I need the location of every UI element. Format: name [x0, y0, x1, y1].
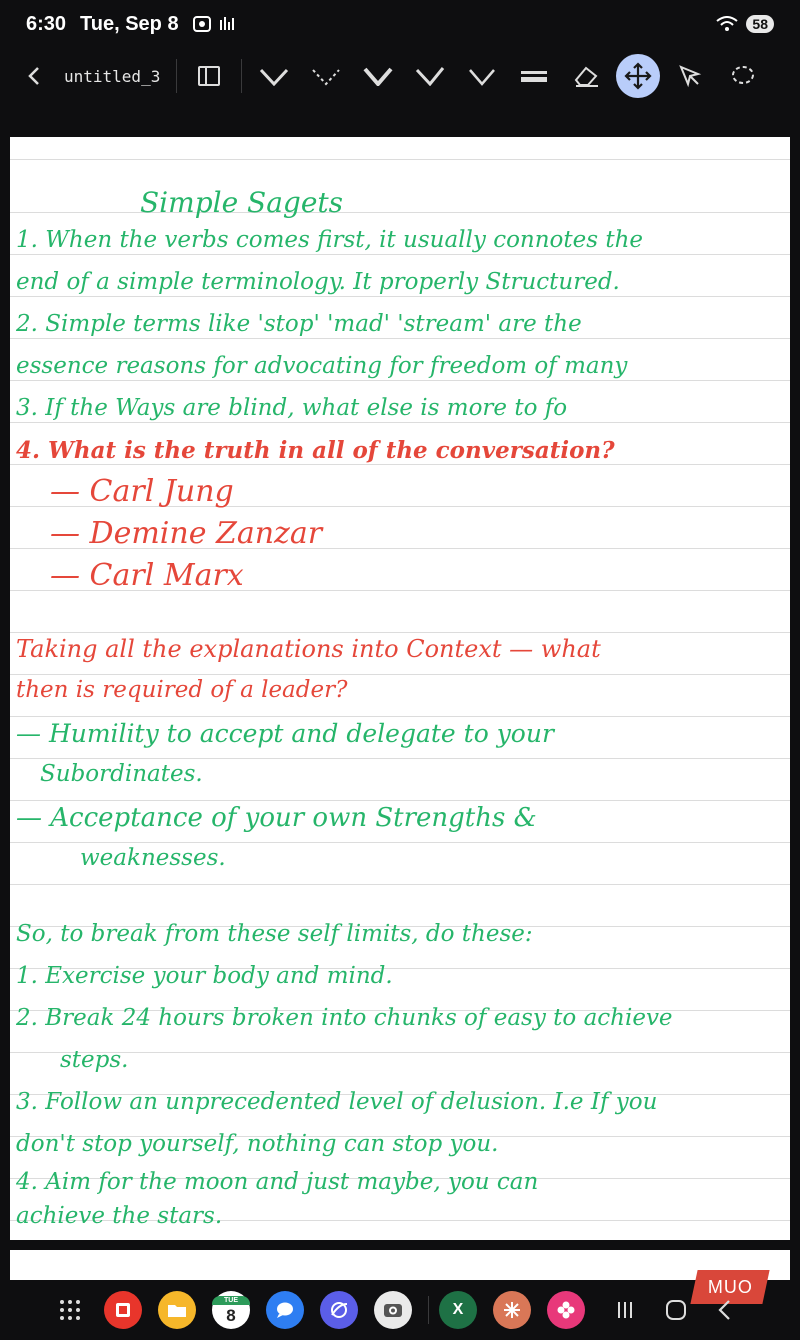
claude-app-icon[interactable]	[493, 1291, 531, 1329]
next-note-page[interactable]	[10, 1250, 790, 1280]
wifi-icon	[716, 16, 739, 31]
brush-icon	[469, 69, 495, 86]
note-page[interactable]: Simple Sagets 1. When the verbs comes fi…	[10, 137, 790, 1240]
app-grid-icon	[60, 1300, 80, 1320]
note-line: 4. What is the truth in all of the conve…	[16, 437, 615, 464]
files-app-icon[interactable]	[158, 1291, 196, 1329]
brush-tool-button[interactable]	[460, 54, 504, 98]
note-line: achieve the stars.	[16, 1203, 223, 1229]
note-line: 4. Aim for the moon and just maybe, you …	[16, 1169, 539, 1195]
pointer-icon	[679, 65, 702, 88]
note-line: end of a simple terminology. It properly…	[16, 269, 620, 295]
navigation-bar: TUE 8 X	[0, 1280, 800, 1340]
toolbar-divider	[241, 59, 242, 93]
note-line: — Acceptance of your own Strengths &	[16, 803, 537, 833]
note-line: don't stop yourself, nothing can stop yo…	[16, 1131, 499, 1157]
excel-letter: X	[452, 1301, 464, 1318]
internet-app-icon[interactable]	[320, 1291, 358, 1329]
excel-app-icon[interactable]: X	[439, 1291, 477, 1329]
note-line: So, to break from these self limits, do …	[16, 921, 533, 947]
lasso-icon	[732, 66, 754, 84]
dotted-pen-icon	[312, 69, 340, 86]
note-line: 2. Simple terms like 'stop' 'mad' 'strea…	[16, 311, 582, 337]
highlighter-icon	[521, 71, 547, 82]
note-line: steps.	[60, 1047, 129, 1073]
note-line: weaknesses.	[80, 845, 226, 871]
sidebar-toggle-button[interactable]	[187, 54, 231, 98]
pen-tool-button[interactable]	[252, 54, 296, 98]
calendar-date-label: 8	[226, 1306, 236, 1325]
nav-back-icon[interactable]	[717, 1299, 731, 1321]
status-time: 6:30	[26, 12, 67, 35]
note-line: — Carl Marx	[50, 558, 244, 593]
move-icon	[624, 62, 652, 90]
status-bar: 6:30 Tue, Sep 8 58	[0, 0, 800, 48]
system-nav-buttons	[615, 1299, 731, 1321]
camera-app-icon[interactable]	[374, 1291, 412, 1329]
note-title: Simple Sagets	[140, 186, 344, 219]
note-line: — Humility to accept and delegate to you…	[16, 719, 554, 748]
note-line: — Carl Jung	[50, 474, 234, 509]
status-date: Tue, Sep 8	[80, 12, 179, 35]
note-line: 3. Follow an unprecedented level of delu…	[16, 1089, 658, 1115]
dock-divider	[428, 1296, 429, 1324]
back-button[interactable]	[12, 54, 56, 98]
gallery-app-icon[interactable]	[547, 1291, 585, 1329]
note-line: 1. When the verbs comes first, it usuall…	[16, 227, 644, 253]
note-line: then is required of a leader?	[16, 677, 348, 703]
calligraphy-pen-icon	[415, 67, 445, 86]
move-tool-button[interactable]	[616, 54, 660, 98]
calendar-app-icon[interactable]: TUE 8	[212, 1291, 250, 1329]
note-line: Subordinates.	[40, 761, 203, 787]
messages-app-icon[interactable]	[266, 1291, 304, 1329]
document-title[interactable]: untitled_3	[64, 67, 170, 86]
pen-icon	[259, 68, 289, 86]
dotted-pen-tool-button[interactable]	[304, 54, 348, 98]
screenshot-icon	[192, 16, 211, 32]
fountain-pen-tool-button[interactable]	[356, 54, 400, 98]
lasso-tool-button[interactable]	[720, 54, 764, 98]
toolbar: untitled_3	[0, 48, 800, 104]
highlighter-tool-button[interactable]	[512, 54, 556, 98]
note-line: 1. Exercise your body and mind.	[16, 963, 393, 989]
recents-icon[interactable]	[615, 1300, 635, 1320]
toolbar-divider	[176, 59, 177, 93]
eraser-icon	[574, 66, 598, 87]
battery-badge: 58	[746, 15, 774, 33]
fountain-pen-icon	[363, 67, 393, 86]
audio-bars-icon	[219, 17, 234, 30]
calendar-day-label: TUE	[212, 1296, 250, 1305]
back-icon	[28, 67, 39, 85]
home-icon[interactable]	[665, 1299, 687, 1321]
calligraphy-pen-tool-button[interactable]	[408, 54, 452, 98]
app-drawer-button[interactable]	[56, 1291, 84, 1329]
note-line: 2. Break 24 hours broken into chunks of …	[16, 1005, 673, 1031]
note-line: Taking all the explanations into Context…	[16, 635, 601, 663]
eraser-tool-button[interactable]	[564, 54, 608, 98]
flipboard-app-icon[interactable]	[104, 1291, 142, 1329]
pointer-tool-button[interactable]	[668, 54, 712, 98]
note-line: essence reasons for advocating for freed…	[16, 353, 628, 379]
note-line: 3. If the Ways are blind, what else is m…	[16, 395, 568, 421]
note-line: — Demine Zanzar	[50, 516, 323, 551]
sidebar-icon	[198, 66, 220, 86]
